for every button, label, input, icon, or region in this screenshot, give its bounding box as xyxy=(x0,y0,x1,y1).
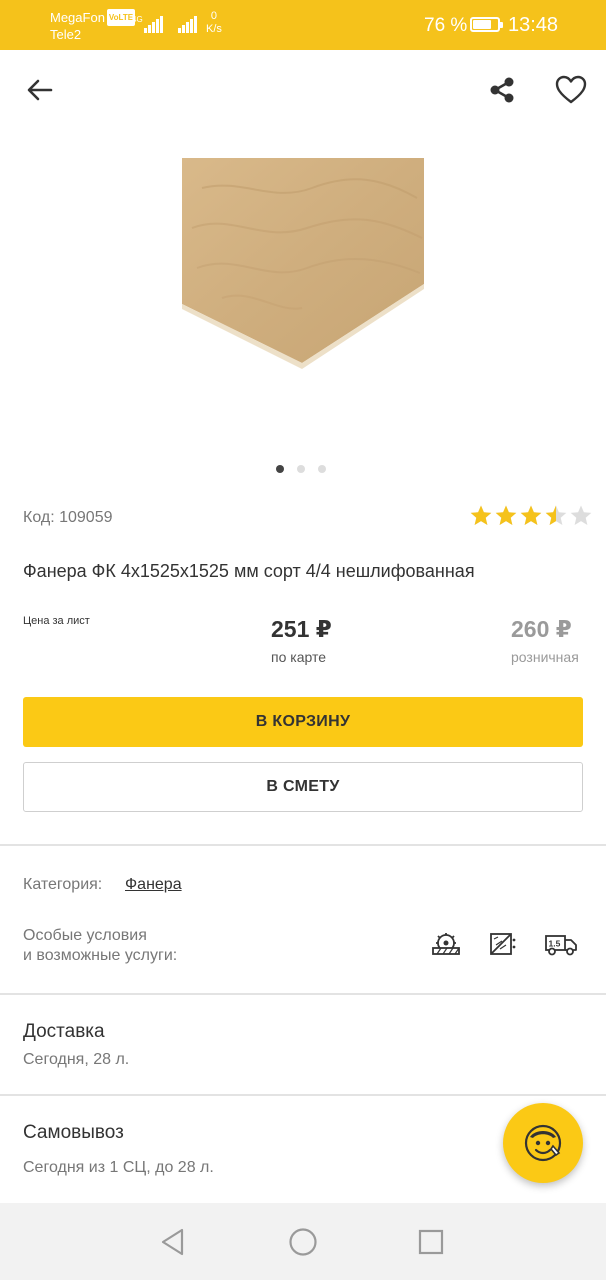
battery-icon xyxy=(470,17,503,32)
mascot-assistant-icon xyxy=(524,1124,562,1162)
product-title: Фанера ФК 4x1525x1525 мм сорт 4/4 нешлиф… xyxy=(23,561,475,581)
battery-percent: 76 % xyxy=(424,15,468,36)
gallery-dot[interactable] xyxy=(297,465,305,473)
carrier-name-2: Tele2 xyxy=(50,27,82,42)
clock: 13:48 xyxy=(508,14,559,36)
pickup-title[interactable]: Самовывоз xyxy=(23,1122,124,1144)
add-to-cart-button[interactable]: В КОРЗИНУ xyxy=(23,697,583,747)
nav-home-icon[interactable] xyxy=(288,1227,318,1257)
rating-star-icon xyxy=(570,505,592,525)
status-bar: MegaFon VoLTE Tele2 4G 0 K/s 76 % 13:48 xyxy=(0,0,606,50)
delivery-subtitle: Сегодня, 28 л. xyxy=(23,1051,130,1068)
rating-star-icon xyxy=(470,505,492,525)
truck-1.5t-icon[interactable]: 1.5 xyxy=(544,931,578,957)
share-button[interactable] xyxy=(480,68,524,112)
delivery-title[interactable]: Доставка xyxy=(23,1021,105,1043)
gallery-dot[interactable] xyxy=(318,465,326,473)
divider xyxy=(0,993,606,995)
system-nav-bar xyxy=(0,1203,606,1280)
volte-badge: VoLTE xyxy=(106,9,136,26)
product-image[interactable] xyxy=(182,158,424,370)
product-rating[interactable] xyxy=(469,504,593,528)
divider xyxy=(0,844,606,846)
nav-recent-icon[interactable] xyxy=(418,1229,444,1255)
speed-value: 0 xyxy=(210,10,218,22)
rating-star-icon xyxy=(545,505,567,525)
signal-strength-icon: 4G xyxy=(132,15,163,33)
gallery-pagination xyxy=(276,465,326,473)
nav-back-icon[interactable] xyxy=(158,1227,188,1257)
assistant-fab-button[interactable] xyxy=(503,1103,583,1183)
category-label: Категория: xyxy=(23,876,103,893)
product-sku: Код: 109059 xyxy=(23,509,113,526)
card-price: 251 ₽ xyxy=(271,616,332,642)
retail-price-label: розничная xyxy=(511,649,579,665)
signal-strength-2-icon xyxy=(178,16,197,33)
rating-star-icon xyxy=(520,505,542,525)
special-conditions-label: Особые условия и возможные услуги: xyxy=(23,926,177,966)
saw-cutting-icon[interactable] xyxy=(431,931,461,957)
network-type: 4G xyxy=(132,15,143,24)
retail-price: 260 ₽ xyxy=(511,616,572,642)
no-cut-icon[interactable] xyxy=(488,931,518,957)
pickup-subtitle: Сегодня из 1 СЦ, до 28 л. xyxy=(23,1159,214,1176)
card-price-label: по карте xyxy=(271,649,326,665)
divider xyxy=(0,1094,606,1096)
category-link[interactable]: Фанера xyxy=(125,876,182,894)
battery-level-fill xyxy=(473,20,491,29)
truck-capacity: 1.5 xyxy=(549,939,561,949)
network-speed: 0 K/s xyxy=(206,10,222,36)
favorite-button[interactable] xyxy=(549,68,593,112)
arrow-left-icon xyxy=(27,79,53,101)
rating-star-icon xyxy=(495,505,517,525)
back-button[interactable] xyxy=(18,68,62,112)
add-to-estimate-button[interactable]: В СМЕТУ xyxy=(23,762,583,812)
speed-unit: K/s xyxy=(206,23,222,35)
heart-outline-icon xyxy=(555,75,587,104)
price-unit-label: Цена за лист xyxy=(23,615,90,627)
carrier-info: MegaFon VoLTE Tele2 xyxy=(50,9,136,43)
share-icon xyxy=(490,77,514,103)
gallery-dot[interactable] xyxy=(276,465,284,473)
conditions-line-1: Особые условия xyxy=(23,927,147,944)
carrier-name-1: MegaFon xyxy=(50,10,105,25)
conditions-line-2: и возможные услуги: xyxy=(23,947,178,964)
